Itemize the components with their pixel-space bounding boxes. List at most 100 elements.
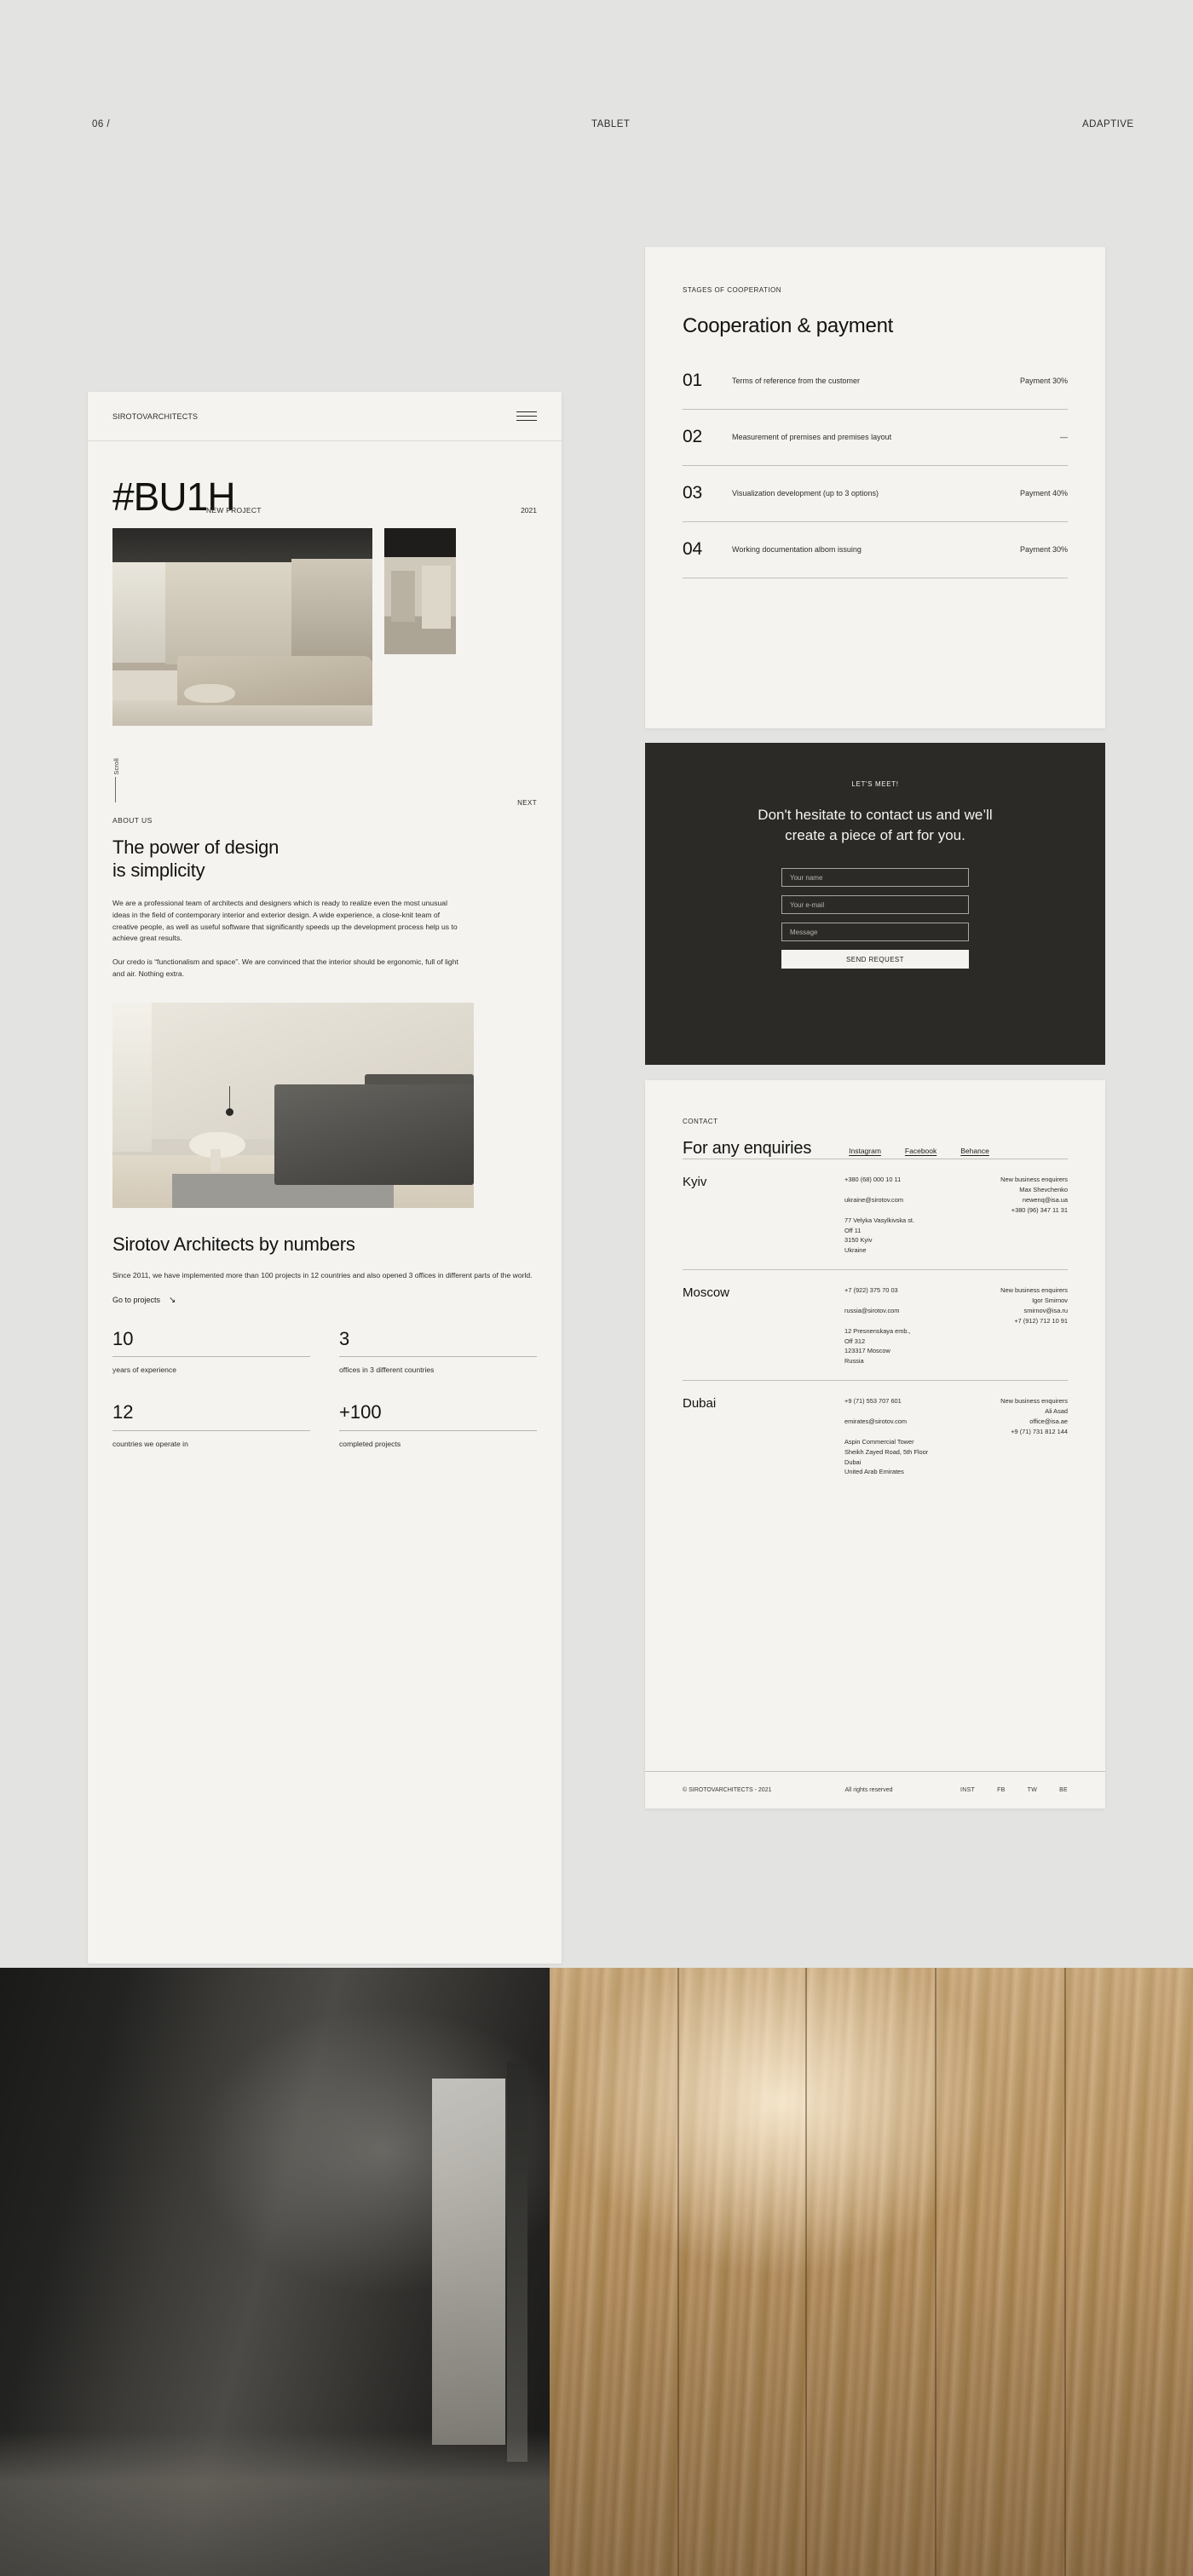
stage-text: Terms of reference from the customer: [732, 377, 861, 385]
stat-label: offices in 3 different countries: [339, 1366, 435, 1375]
footer-copyright: © SIROTOVARCHITECTS - 2021: [683, 1787, 772, 1793]
numbers-title: Sirotov Architects by numbers: [112, 1233, 355, 1256]
next-button[interactable]: NEXT: [517, 799, 537, 807]
stages-title: Cooperation & payment: [683, 314, 894, 337]
adaptive-label: ADAPTIVE: [1082, 119, 1134, 129]
enquiries-person: Ali Asad: [1045, 1406, 1068, 1415]
stage-text: Working documentation albom issuing: [732, 545, 862, 554]
city-name: Moscow: [683, 1285, 730, 1301]
stage-row[interactable]: 04 Working documentation albom issuing P…: [683, 539, 1068, 578]
hero-image-primary[interactable]: [112, 528, 372, 726]
mobile-navbar: SIROTOVARCHITECTS: [88, 392, 562, 441]
stage-number: 04: [683, 539, 702, 559]
footer: © SIROTOVARCHITECTS - 2021 All rights re…: [645, 1771, 1105, 1808]
stat-divider: [339, 1356, 537, 1358]
brand-logo[interactable]: SIROTOVARCHITECTS: [112, 412, 198, 421]
about-title: The power of design is simplicity: [112, 837, 280, 881]
city-name: Kyiv: [683, 1175, 707, 1189]
send-request-button[interactable]: SEND REQUEST: [781, 950, 969, 969]
contact-city-row: Dubai +9 (71) 553 707 601 emirates@sirot…: [683, 1380, 1068, 1491]
stages-mockup: STAGES OF COOPERATION Cooperation & paym…: [645, 247, 1105, 728]
city-name: Dubai: [683, 1396, 717, 1412]
scroll-label: Scroll: [112, 758, 120, 775]
stages-list: 01 Terms of reference from the customer …: [683, 371, 1068, 578]
city-phone[interactable]: +7 (922) 375 70 03: [844, 1285, 981, 1296]
footer-social-be[interactable]: BE: [1059, 1787, 1068, 1793]
city-email[interactable]: emirates@sirotov.com: [844, 1417, 981, 1427]
stat-divider: [339, 1429, 537, 1431]
city-address: 77 Velyka Vasylkivska st. Off 11 3150 Ky…: [844, 1216, 915, 1255]
about-paragraph-2: Our credo is “functionalism and space”. …: [112, 957, 458, 979]
enquiries-phone[interactable]: +380 (96) 347 11 31: [981, 1205, 1068, 1216]
stage-number: 01: [683, 371, 702, 390]
footer-socials: INST FB TW BE: [960, 1787, 1068, 1793]
hero-tag: NEW PROJECT: [206, 506, 262, 515]
cta-mockup: LET'S MEET! Don't hesitate to contact us…: [645, 743, 1105, 1065]
name-input[interactable]: [781, 868, 969, 888]
social-link-facebook[interactable]: Facebook: [905, 1147, 937, 1155]
stat-item: 12 countries we operate in: [112, 1402, 310, 1462]
footer-rights: All rights reserved: [844, 1787, 893, 1793]
footer-social-inst[interactable]: INST: [960, 1787, 975, 1793]
social-link-behance[interactable]: Behance: [960, 1147, 989, 1155]
stage-number: 03: [683, 483, 702, 503]
city-phone[interactable]: +380 (68) 000 10 11: [844, 1175, 981, 1185]
stage-text: Measurement of premises and premises lay…: [732, 433, 892, 441]
cta-heading: Don't hesitate to contact us and we’ll c…: [758, 807, 993, 844]
about-paragraph-1: We are a professional team of architects…: [112, 898, 458, 943]
slide-number-label: 06 /: [92, 119, 111, 129]
stat-value: 10: [112, 1328, 134, 1350]
enquiries-person: Igor Smirnov: [1032, 1296, 1068, 1304]
stage-row[interactable]: 03 Visualization development (up to 3 op…: [683, 483, 1068, 522]
about-section: ABOUT US The power of design is simplici…: [88, 816, 562, 980]
city-email[interactable]: ukraine@sirotov.com: [844, 1195, 981, 1205]
arrow-down-right-icon: ↘: [169, 1295, 176, 1305]
enquiries-label: New business enquirers: [1000, 1397, 1068, 1406]
enquiries-person: Max Shevchenko: [1019, 1185, 1068, 1193]
social-link-instagram[interactable]: Instagram: [849, 1147, 881, 1155]
go-to-projects-link[interactable]: Go to projects ↘: [112, 1296, 176, 1305]
city-email[interactable]: russia@sirotov.com: [844, 1306, 981, 1316]
stats-grid: 10 years of experience 3 offices in 3 di…: [112, 1329, 537, 1462]
numbers-section: Sirotov Architects by numbers Since 2011…: [88, 1233, 562, 1462]
email-input[interactable]: [781, 895, 969, 915]
hero-section: #BU1H NEW PROJECT 2021: [88, 441, 562, 516]
hero-gallery: [88, 528, 562, 726]
enquiries-email[interactable]: newenq@isa.ua: [981, 1195, 1068, 1205]
stat-value: 12: [112, 1401, 134, 1423]
contact-eyebrow: CONTACT: [683, 1118, 718, 1125]
stat-label: completed projects: [339, 1439, 401, 1448]
stage-number: 02: [683, 427, 702, 446]
enquiries-label: New business enquirers: [1000, 1176, 1068, 1183]
contact-title: For any enquiries: [683, 1139, 812, 1158]
enquiries-phone[interactable]: +9 (71) 731 812 144: [981, 1427, 1068, 1437]
enquiries-phone[interactable]: +7 (912) 712 10 91: [981, 1316, 1068, 1326]
footer-social-fb[interactable]: FB: [997, 1787, 1006, 1793]
page-meta-labels: 06 / TABLET ADAPTIVE: [0, 119, 1193, 136]
stage-row[interactable]: 01 Terms of reference from the customer …: [683, 371, 1068, 410]
hero-image-secondary[interactable]: [384, 528, 456, 654]
stage-row[interactable]: 02 Measurement of premises and premises …: [683, 427, 1068, 466]
stage-payment: Payment 40%: [1019, 489, 1068, 497]
hamburger-icon[interactable]: [516, 411, 537, 422]
footer-social-tw[interactable]: TW: [1028, 1787, 1037, 1793]
enquiries-email[interactable]: office@isa.ae: [981, 1417, 1068, 1427]
viewport-label: TABLET: [591, 119, 631, 129]
page-root: 06 / TABLET ADAPTIVE SIROTOVARCHITECTS #…: [0, 0, 1193, 2576]
contact-city-row: Kyiv +380 (68) 000 10 11 ukraine@sirotov…: [683, 1159, 1068, 1269]
wood-panel-photo: [550, 1968, 1193, 2576]
contact-city-row: Moscow +7 (922) 375 70 03 russia@sirotov…: [683, 1269, 1068, 1380]
stat-label: years of experience: [112, 1366, 176, 1375]
about-image[interactable]: [112, 1003, 474, 1209]
enquiries-email[interactable]: smirnov@isa.ru: [981, 1306, 1068, 1316]
dark-interior-photo: [0, 1968, 550, 2576]
about-eyebrow: ABOUT US: [112, 816, 153, 825]
stat-value: +100: [339, 1401, 382, 1423]
contact-form: SEND REQUEST: [645, 868, 1105, 969]
message-input[interactable]: [781, 923, 969, 942]
stat-item: +100 completed projects: [339, 1402, 537, 1462]
cta-eyebrow: LET'S MEET!: [851, 780, 899, 788]
stat-value: 3: [339, 1328, 350, 1350]
city-phone[interactable]: +9 (71) 553 707 601: [844, 1396, 981, 1406]
social-links: Instagram Facebook Behance: [849, 1147, 989, 1155]
